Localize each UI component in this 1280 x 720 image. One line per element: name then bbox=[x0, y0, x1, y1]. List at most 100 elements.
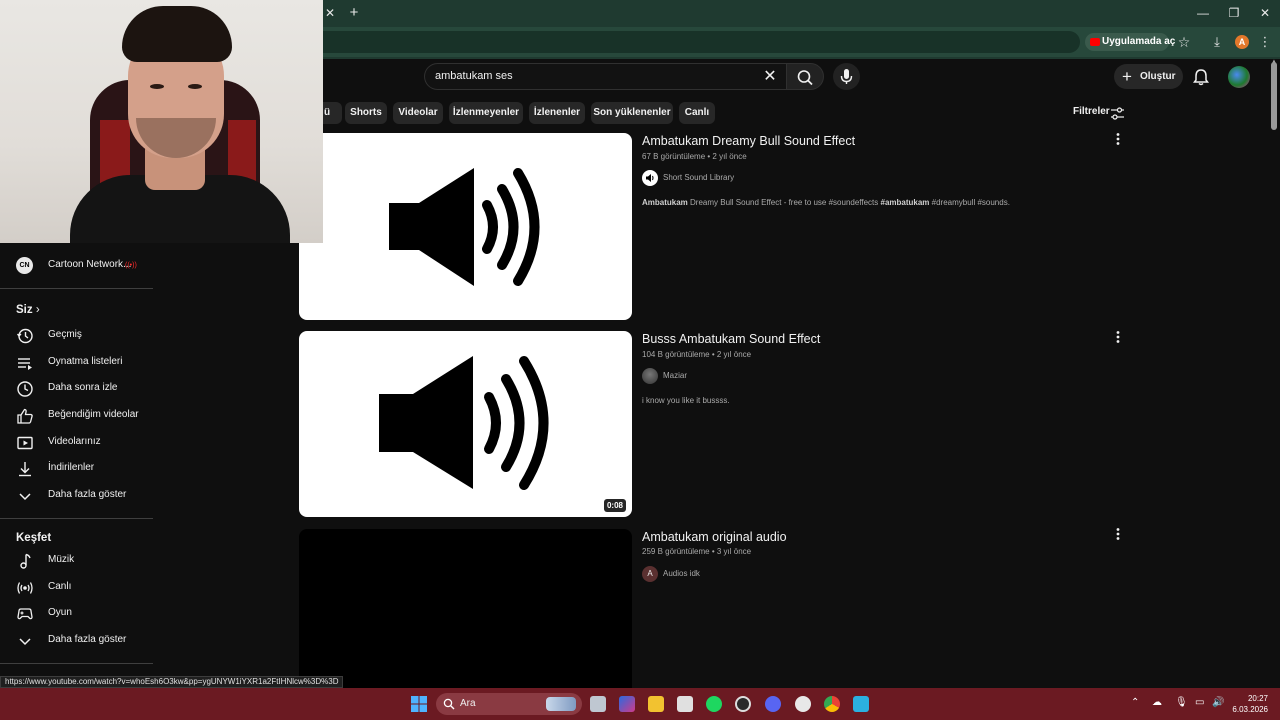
close-window-button[interactable]: ✕ bbox=[1250, 4, 1280, 22]
tray-chevron-up-icon[interactable]: ⌃ bbox=[1131, 697, 1139, 708]
search-input[interactable]: ambatukam ses bbox=[424, 63, 786, 90]
sliders-icon[interactable] bbox=[1110, 106, 1125, 121]
chevron-down-icon bbox=[19, 493, 31, 501]
address-bar[interactable] bbox=[290, 31, 1080, 53]
search-icon bbox=[797, 70, 813, 86]
video-title[interactable]: Ambatukam Dreamy Bull Sound Effect bbox=[642, 134, 855, 148]
sidebar-item-show-more-explore[interactable]: Daha fazla göster bbox=[0, 628, 153, 654]
playlist-icon bbox=[18, 358, 32, 370]
obs-icon[interactable] bbox=[735, 696, 751, 712]
page-scrollbar[interactable] bbox=[1271, 62, 1277, 130]
search-button[interactable] bbox=[786, 63, 824, 90]
plus-icon: + bbox=[1122, 67, 1132, 86]
webcam-overlay bbox=[0, 0, 323, 243]
taskbar-search-box[interactable]: Ara bbox=[436, 693, 582, 715]
sidebar-divider bbox=[0, 288, 153, 289]
sidebar-item-watch-later[interactable]: Daha sonra izle bbox=[0, 376, 153, 402]
minimize-button[interactable]: — bbox=[1188, 4, 1218, 22]
speaker-icon bbox=[646, 174, 654, 182]
clock-date[interactable]: 6.03.2026 bbox=[1226, 705, 1268, 714]
open-in-app-button[interactable]: Uygulamada aç bbox=[1085, 33, 1175, 51]
sidebar-item-show-more[interactable]: Daha fazla göster bbox=[0, 483, 153, 509]
sidebar-item-downloads[interactable]: İndirilenler bbox=[0, 456, 153, 482]
microsoft-store-icon[interactable] bbox=[677, 696, 693, 712]
sidebar-item-live[interactable]: Canlı bbox=[0, 575, 153, 601]
user-avatar[interactable] bbox=[1228, 66, 1250, 88]
steam-icon[interactable] bbox=[795, 696, 811, 712]
create-label: Oluştur bbox=[1140, 71, 1176, 82]
sidebar-item-label: İndirilenler bbox=[48, 462, 95, 473]
sidebar-item-music[interactable]: Müzik bbox=[0, 548, 153, 574]
clock-icon bbox=[17, 381, 33, 397]
video-meta: 259 B görüntüleme • 3 yıl önce bbox=[642, 547, 752, 556]
chip-unwatched[interactable]: İzlenmeyenler bbox=[449, 102, 523, 124]
channel-name: Maziar bbox=[663, 371, 688, 380]
status-bar-url: https://www.youtube.com/watch?v=whoEsh6O… bbox=[0, 676, 344, 688]
chip-videos[interactable]: Videolar bbox=[393, 102, 443, 124]
video-title[interactable]: Busss Ambatukam Sound Effect bbox=[642, 332, 820, 346]
search-highlight-icon bbox=[546, 697, 576, 711]
downloads-icon[interactable]: ⤓ bbox=[1209, 34, 1225, 50]
browser-profile-avatar[interactable]: A bbox=[1235, 35, 1249, 49]
video-description: i know you like it bussss. bbox=[642, 396, 730, 405]
tray-cloud-icon[interactable]: ☁ bbox=[1152, 697, 1162, 708]
discord-icon[interactable] bbox=[765, 696, 781, 712]
chip-shorts[interactable]: Shorts bbox=[345, 102, 387, 124]
sidebar-item-label: Daha fazla göster bbox=[48, 634, 127, 645]
chevron-down-icon bbox=[19, 638, 31, 646]
sidebar-item-label: Beğendiğim videolar bbox=[48, 409, 139, 420]
video-title[interactable]: Ambatukam original audio bbox=[642, 530, 787, 544]
spotify-icon[interactable] bbox=[706, 696, 722, 712]
close-tab-icon[interactable]: ✕ bbox=[322, 5, 338, 21]
app-icon[interactable] bbox=[853, 696, 869, 712]
windows-start-icon[interactable] bbox=[411, 696, 427, 712]
create-button[interactable]: + Oluştur bbox=[1114, 64, 1183, 89]
windows-taskbar bbox=[0, 688, 1280, 720]
live-indicator-icon: ((•)) bbox=[125, 262, 137, 269]
more-options-icon[interactable] bbox=[1112, 330, 1124, 344]
notifications-bell-icon[interactable] bbox=[1191, 67, 1211, 87]
video-meta: 104 B görüntüleme • 2 yıl önce bbox=[642, 350, 752, 359]
sidebar-item-playlists[interactable]: Oynatma listeleri bbox=[0, 350, 153, 376]
microphone-icon bbox=[840, 69, 853, 84]
voice-search-button[interactable] bbox=[833, 63, 860, 90]
music-note-icon bbox=[20, 553, 31, 569]
clear-search-icon[interactable]: ✕ bbox=[760, 67, 780, 87]
clock-time[interactable]: 20:27 bbox=[1232, 694, 1268, 703]
chip-recently-uploaded[interactable]: Son yüklenenler bbox=[591, 102, 673, 124]
thumbs-up-icon bbox=[17, 408, 33, 424]
restore-button[interactable]: ❐ bbox=[1219, 4, 1249, 22]
video-duration-badge: 0:08 bbox=[603, 499, 626, 512]
open-in-app-label: Uygulamada aç bbox=[1102, 36, 1176, 47]
video-thumbnail[interactable] bbox=[299, 529, 632, 688]
more-options-icon[interactable] bbox=[1112, 132, 1124, 146]
sidebar-you-heading[interactable]: Siz › bbox=[16, 304, 40, 316]
bookmark-star-icon[interactable]: ☆ bbox=[1176, 34, 1192, 50]
sidebar-item-liked-videos[interactable]: Beğendiğim videolar bbox=[0, 403, 153, 429]
sidebar-item-label: Canlı bbox=[48, 581, 72, 592]
sidebar-explore-heading: Keşfet bbox=[16, 532, 52, 544]
channel-avatar bbox=[642, 170, 658, 186]
filters-button[interactable]: Filtreler bbox=[1073, 106, 1110, 117]
new-tab-button[interactable]: + bbox=[345, 4, 363, 22]
tray-display-icon[interactable]: ▭ bbox=[1195, 697, 1204, 708]
video-thumbnail[interactable]: 0:08 bbox=[299, 331, 632, 517]
tray-microphone-icon[interactable]: 🎙 bbox=[1175, 697, 1188, 708]
chrome-icon[interactable] bbox=[824, 696, 840, 712]
sidebar-subscription-cartoon-network[interactable]: CN Cartoon Network... ((•)) bbox=[0, 253, 153, 279]
video-icon bbox=[17, 436, 33, 450]
sidebar-item-your-videos[interactable]: Videolarınız bbox=[0, 430, 153, 456]
video-thumbnail[interactable] bbox=[299, 133, 632, 320]
file-explorer-icon[interactable] bbox=[648, 696, 664, 712]
tray-volume-icon[interactable]: 🔊 bbox=[1212, 697, 1224, 708]
sidebar-item-label: Oyun bbox=[48, 607, 72, 618]
sidebar-item-label: Geçmiş bbox=[48, 329, 82, 340]
chip-live[interactable]: Canlı bbox=[679, 102, 715, 124]
sidebar-item-gaming[interactable]: Oyun bbox=[0, 601, 153, 627]
chip-watched[interactable]: İzlenenler bbox=[529, 102, 585, 124]
more-options-icon[interactable] bbox=[1112, 527, 1124, 541]
browser-menu-icon[interactable]: ⋮ bbox=[1258, 34, 1272, 50]
microsoft-365-icon[interactable] bbox=[619, 696, 635, 712]
sidebar-item-history[interactable]: Geçmiş bbox=[0, 323, 153, 349]
task-view-icon[interactable] bbox=[590, 696, 606, 712]
